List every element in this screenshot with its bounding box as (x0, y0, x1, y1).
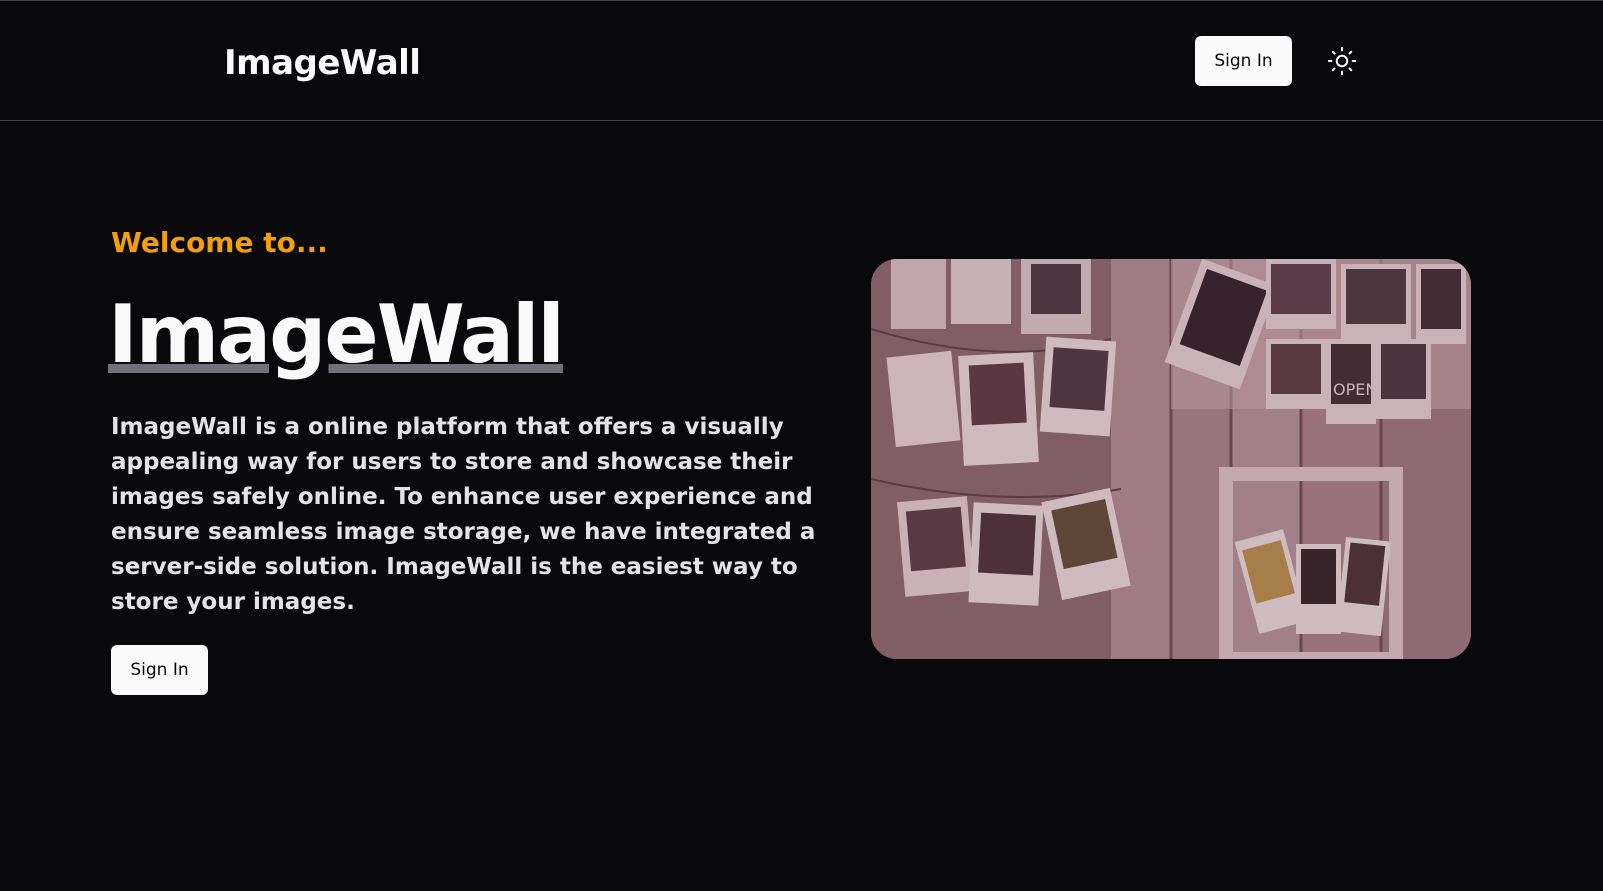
brand-logo[interactable]: ImageWall (224, 39, 421, 87)
header-signin-button[interactable]: Sign In (1195, 36, 1292, 86)
welcome-text: Welcome to... (111, 226, 328, 259)
photo-wall-illustration: OPEN (871, 259, 1471, 659)
hero-signin-button[interactable]: Sign In (111, 645, 208, 695)
hero-title: ImageWall (108, 288, 565, 381)
photo-wall-image: OPEN (871, 259, 1471, 659)
sun-icon (1327, 46, 1357, 76)
hero-description: ImageWall is a online platform that offe… (111, 414, 816, 615)
site-header: ImageWall Sign In (0, 1, 1603, 121)
theme-toggle-button[interactable] (1322, 41, 1362, 81)
